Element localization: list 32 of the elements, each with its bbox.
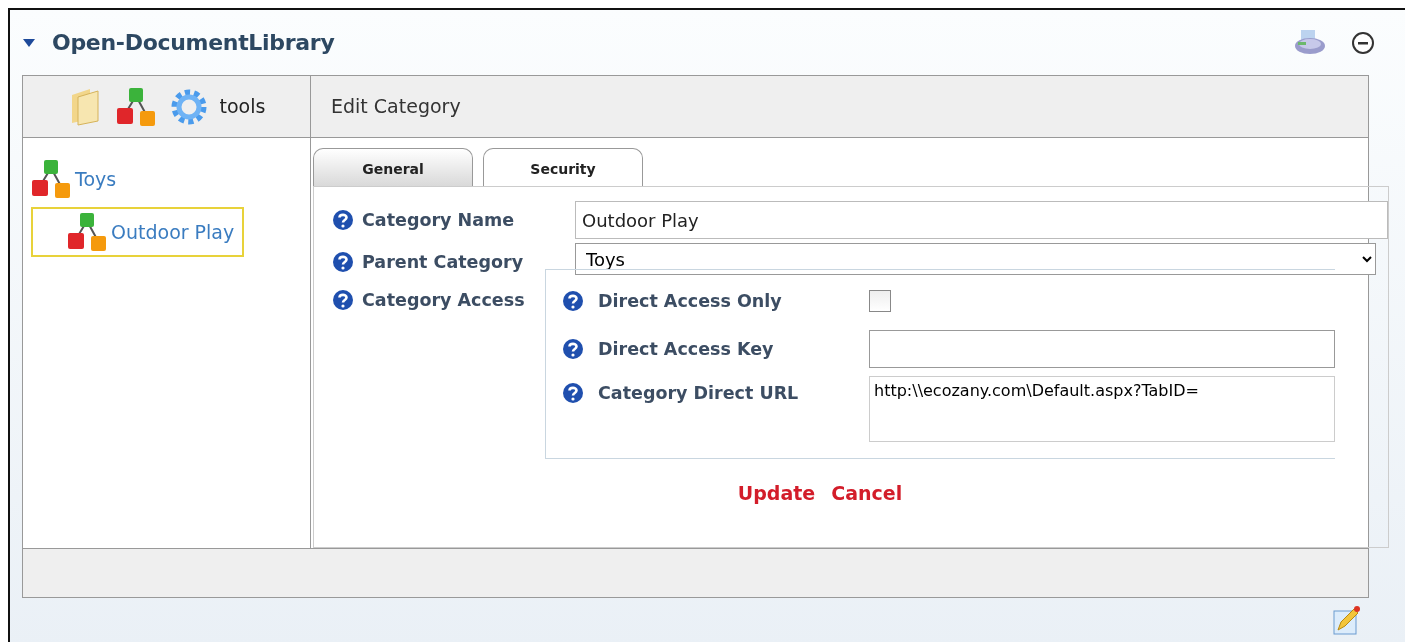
help-icon[interactable] [562, 382, 584, 405]
help-icon[interactable] [332, 289, 354, 311]
action-link[interactable]: Cancel [831, 479, 903, 508]
field-label: Parent Category [362, 250, 524, 274]
text-field[interactable] [869, 330, 1335, 368]
tools-label[interactable]: tools [219, 92, 266, 121]
tab[interactable]: Security [483, 148, 643, 186]
category-icon [65, 211, 109, 253]
help-icon[interactable] [562, 290, 584, 312]
field-label: Direct Access Only [598, 289, 782, 313]
panel-title: Edit Category [330, 94, 462, 120]
field-label: Category Name [362, 208, 515, 232]
help-icon[interactable] [332, 209, 354, 231]
tree-item[interactable]: Outdoor Play [31, 207, 245, 257]
dropdown[interactable]: Toys [575, 243, 1376, 275]
category-icon [29, 158, 73, 200]
tree-item[interactable]: Toys [27, 154, 127, 204]
checkbox[interactable] [869, 290, 891, 312]
action-link[interactable]: Update [737, 479, 816, 508]
caret-icon[interactable] [22, 37, 36, 48]
module-title: Open-DocumentLibrary [52, 29, 335, 57]
help-icon[interactable] [562, 338, 584, 360]
help-icon[interactable] [332, 251, 354, 273]
field-label: Category Direct URL [598, 382, 799, 405]
tab[interactable]: General [313, 148, 473, 186]
gear-icon[interactable] [169, 87, 208, 126]
field-label: Category Access [362, 288, 525, 312]
text-area[interactable]: http:\\ecozany.com\Default.aspx?TabID= [869, 376, 1335, 442]
text-field[interactable]: Outdoor Play [575, 201, 1388, 239]
minimize-icon[interactable] [1351, 30, 1375, 55]
pencil-icon[interactable] [1333, 606, 1361, 636]
field-label: Direct Access Key [598, 337, 774, 361]
